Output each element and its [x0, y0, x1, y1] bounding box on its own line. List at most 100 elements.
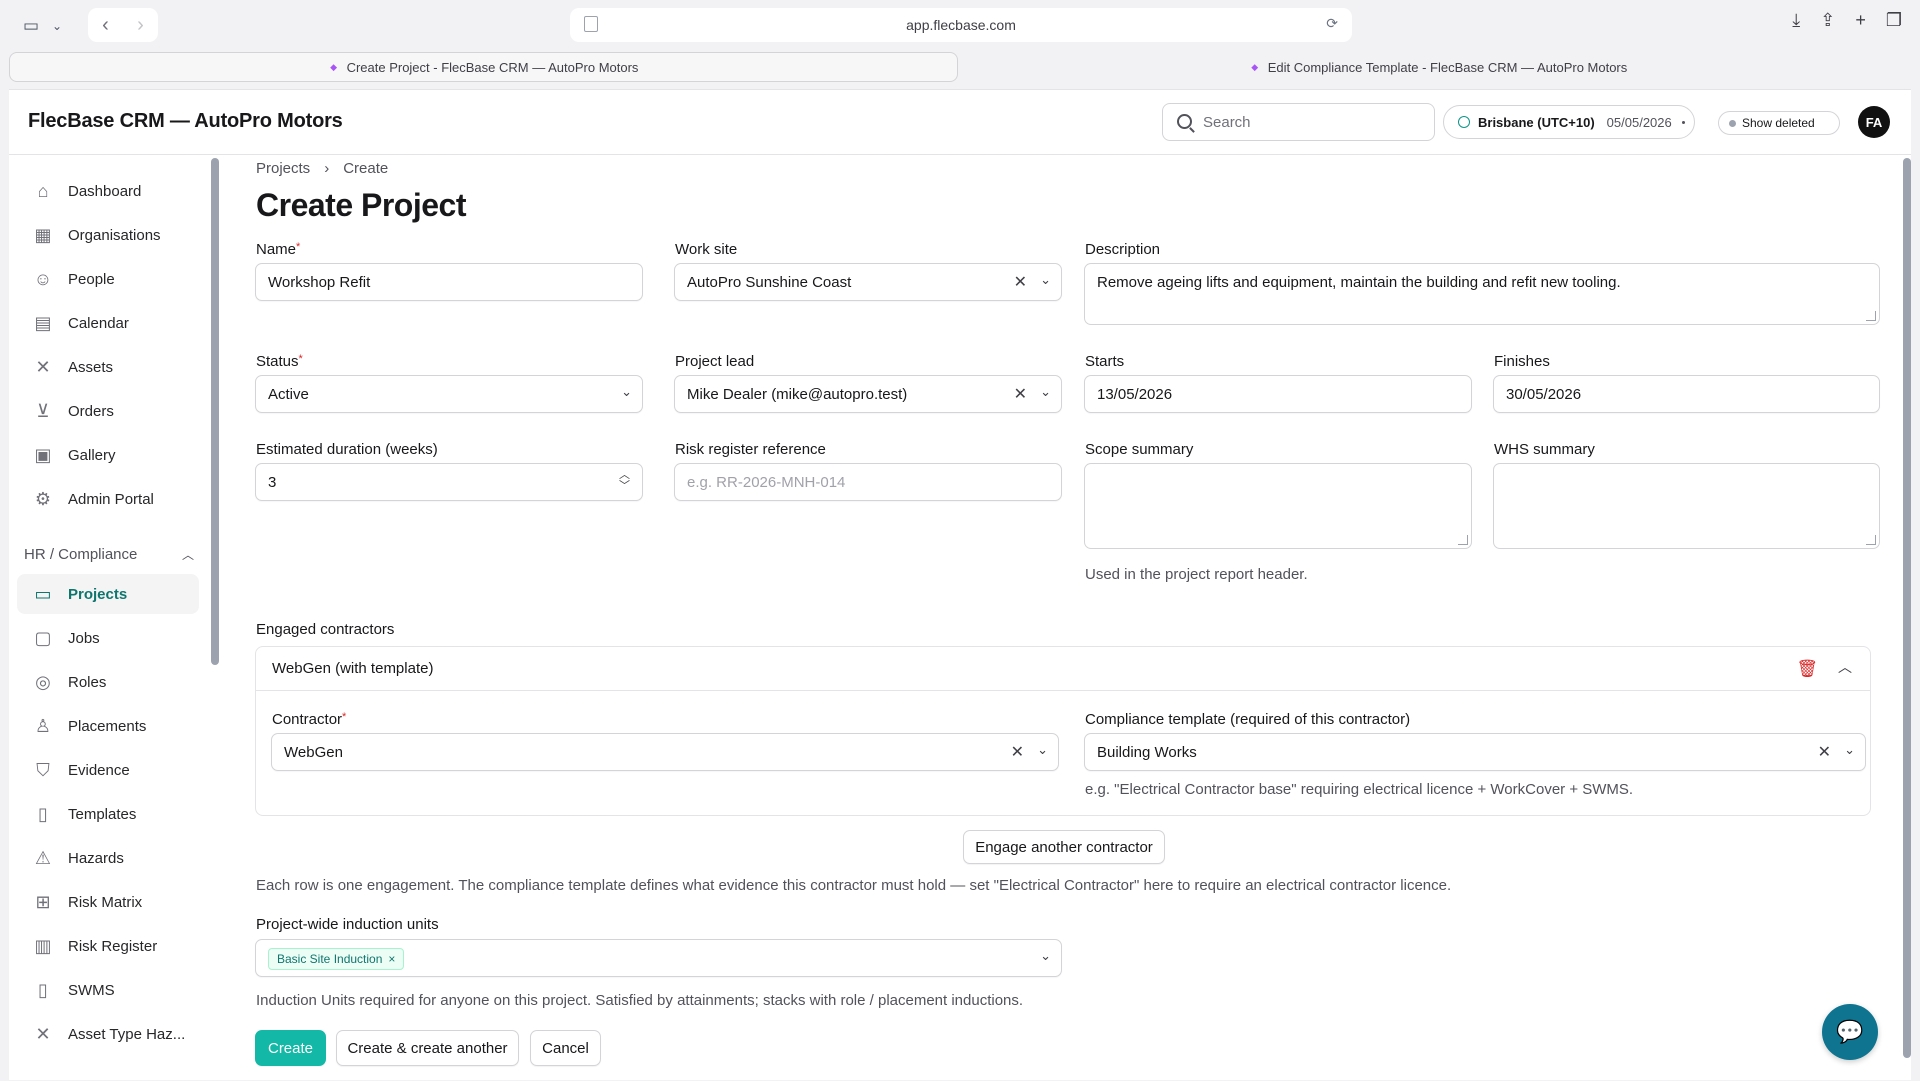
resize-handle[interactable]: [1866, 311, 1876, 321]
sidebar-item-roles[interactable]: ◎ Roles: [17, 662, 199, 702]
sidebar-item-organisations[interactable]: ▦ Organisations: [17, 215, 199, 255]
project-lead-select[interactable]: Mike Dealer (mike@autopro.test) ✕ ⌄: [674, 375, 1062, 413]
clear-icon[interactable]: ✕: [1014, 272, 1027, 292]
scope-help: Used in the project report header.: [1085, 566, 1308, 583]
compliance-template-label: Compliance template (required of this co…: [1085, 711, 1411, 728]
engage-another-contractor-button[interactable]: Engage another contractor: [963, 830, 1165, 864]
timezone-selector[interactable]: Brisbane (UTC+10) 05/05/2026: [1443, 105, 1695, 139]
finishes-date-input[interactable]: 30/05/2026: [1493, 375, 1880, 413]
main-content: Projects › Create Create Project Name* W…: [209, 156, 1911, 1081]
resize-handle[interactable]: [1866, 535, 1876, 545]
status-select[interactable]: Active ⌄: [255, 375, 643, 413]
image-icon: ▣: [34, 444, 52, 465]
back-icon[interactable]: ‹: [102, 14, 109, 37]
starts-date-input[interactable]: 13/05/2026: [1084, 375, 1472, 413]
user-icon: ☺: [33, 268, 53, 289]
forward-icon[interactable]: ›: [137, 14, 144, 37]
clear-icon[interactable]: ✕: [1011, 742, 1024, 762]
risk-ref-input[interactable]: e.g. RR-2026-MNH-014: [674, 463, 1062, 501]
description-label: Description: [1085, 241, 1161, 258]
clear-icon[interactable]: ✕: [1014, 384, 1027, 404]
new-tab-icon[interactable]: +: [1855, 10, 1866, 31]
sidebar-item-placements[interactable]: ♙ Placements: [17, 706, 199, 746]
cancel-button[interactable]: Cancel: [530, 1030, 601, 1066]
status-label: Status*: [256, 353, 303, 370]
sidebar-item-dashboard[interactable]: ⌂ Dashboard: [17, 171, 199, 211]
create-and-create-another-button[interactable]: Create & create another: [336, 1030, 519, 1066]
remove-chip-icon[interactable]: ×: [388, 952, 395, 966]
compliance-template-select[interactable]: Building Works ✕ ⌄: [1084, 733, 1866, 771]
sidebar-item-risk-matrix[interactable]: ⊞ Risk Matrix: [17, 882, 199, 922]
contractor-card-header[interactable]: WebGen (with template): [256, 647, 1870, 691]
compliance-template-help: e.g. "Electrical Contractor base" requir…: [1085, 781, 1634, 798]
sidebar-item-asset-type-hazards[interactable]: ✕ Asset Type Haz...: [17, 1014, 199, 1054]
timezone-label: Brisbane (UTC+10): [1478, 114, 1595, 130]
chevron-up-icon[interactable]: ︿: [1838, 657, 1852, 677]
name-input[interactable]: Workshop Refit: [255, 263, 643, 301]
url-text: app.flecbase.com: [906, 17, 1016, 33]
globe-icon: [1458, 116, 1470, 128]
clear-icon[interactable]: ✕: [1818, 742, 1831, 762]
chevron-down-icon: ⌄: [1037, 742, 1048, 757]
whs-textarea[interactable]: [1493, 463, 1880, 549]
stepper-arrows-icon[interactable]: ︿ ﹀: [619, 470, 630, 492]
nav-buttons: ‹ ›: [88, 8, 158, 42]
contractors-help: Each row is one engagement. The complian…: [256, 877, 1452, 894]
chat-button[interactable]: 💬: [1822, 1004, 1878, 1060]
sidebar-item-assets[interactable]: ✕ Assets: [17, 347, 199, 387]
trash-icon[interactable]: 🗑: [1796, 659, 1818, 679]
sidebar-section-hr-compliance[interactable]: HR / Compliance ︿: [24, 546, 194, 563]
induction-label: Project-wide induction units: [256, 916, 439, 933]
favicon-icon: ◆: [1251, 61, 1259, 72]
sidebar-item-jobs[interactable]: ▢ Jobs: [17, 618, 199, 658]
show-deleted-toggle[interactable]: Show deleted: [1718, 111, 1840, 135]
resize-handle[interactable]: [1458, 535, 1468, 545]
sidebar-item-admin-portal[interactable]: ⚙ Admin Portal: [17, 479, 199, 519]
chevron-down-icon[interactable]: ⌄: [48, 12, 66, 40]
reload-icon[interactable]: ⟳: [1326, 15, 1338, 32]
gear-icon: ⚙: [34, 488, 52, 509]
scope-textarea[interactable]: [1084, 463, 1472, 549]
sidebar-item-projects[interactable]: ▭ Projects: [17, 574, 199, 614]
sidebar-item-risk-register[interactable]: ▥ Risk Register: [17, 926, 199, 966]
chevron-right-icon: ›: [324, 160, 330, 177]
tools-icon: ✕: [35, 356, 51, 377]
page-title: Create Project: [256, 187, 466, 223]
sidebar-item-hazards[interactable]: ⚠ Hazards: [17, 838, 199, 878]
sidebar-item-swms[interactable]: ▯ SWMS: [17, 970, 199, 1010]
tabs-overview-icon[interactable]: ❐: [1886, 10, 1902, 31]
work-site-select[interactable]: AutoPro Sunshine Coast ✕ ⌄: [674, 263, 1062, 301]
document-icon: ▯: [38, 803, 48, 824]
search-input[interactable]: Search: [1162, 103, 1435, 141]
sidebar-item-people[interactable]: ☺ People: [17, 259, 199, 299]
page-icon: [584, 16, 598, 32]
sidebar-toggle-icon[interactable]: ▭: [18, 12, 44, 40]
description-textarea[interactable]: Remove ageing lifts and equipment, maint…: [1084, 263, 1880, 325]
chevron-down-icon: ⌄: [621, 384, 632, 399]
scope-label: Scope summary: [1085, 441, 1194, 458]
current-date: 05/05/2026: [1606, 114, 1672, 130]
download-icon[interactable]: ⤓: [1792, 10, 1800, 31]
induction-multiselect[interactable]: Basic Site Induction × ⌄: [255, 939, 1062, 977]
avatar[interactable]: FA: [1858, 106, 1890, 138]
risk-ref-label: Risk register reference: [675, 441, 826, 458]
chevron-down-icon: ⌄: [1040, 272, 1051, 287]
sidebar-item-templates[interactable]: ▯ Templates: [17, 794, 199, 834]
address-bar[interactable]: app.flecbase.com ⟳: [570, 8, 1352, 42]
breadcrumb-projects[interactable]: Projects: [256, 160, 310, 177]
pin-icon: ◎: [35, 671, 51, 692]
tab-edit-compliance-template[interactable]: ◆ Edit Compliance Template - FlecBase CR…: [966, 52, 1911, 82]
create-button[interactable]: Create: [255, 1030, 326, 1066]
share-icon[interactable]: ⇪: [1820, 10, 1835, 31]
folder-icon: ▭: [34, 583, 52, 604]
sidebar: ⌂ Dashboard ▦ Organisations ☺ People ▤ Calen…: [9, 156, 209, 1081]
contractor-select[interactable]: WebGen ✕ ⌄: [271, 733, 1059, 771]
duration-stepper[interactable]: 3 ︿ ﹀: [255, 463, 643, 501]
sidebar-item-calendar[interactable]: ▤ Calendar: [17, 303, 199, 343]
tab-create-project[interactable]: ◆ Create Project - FlecBase CRM — AutoPr…: [9, 52, 958, 82]
sidebar-item-gallery[interactable]: ▣ Gallery: [17, 435, 199, 475]
chevron-down-icon: ⌄: [1844, 742, 1855, 757]
sidebar-item-orders[interactable]: ⊻ Orders: [17, 391, 199, 431]
sidebar-item-evidence[interactable]: ⛉ Evidence: [17, 750, 199, 790]
breadcrumb-create: Create: [343, 160, 389, 177]
